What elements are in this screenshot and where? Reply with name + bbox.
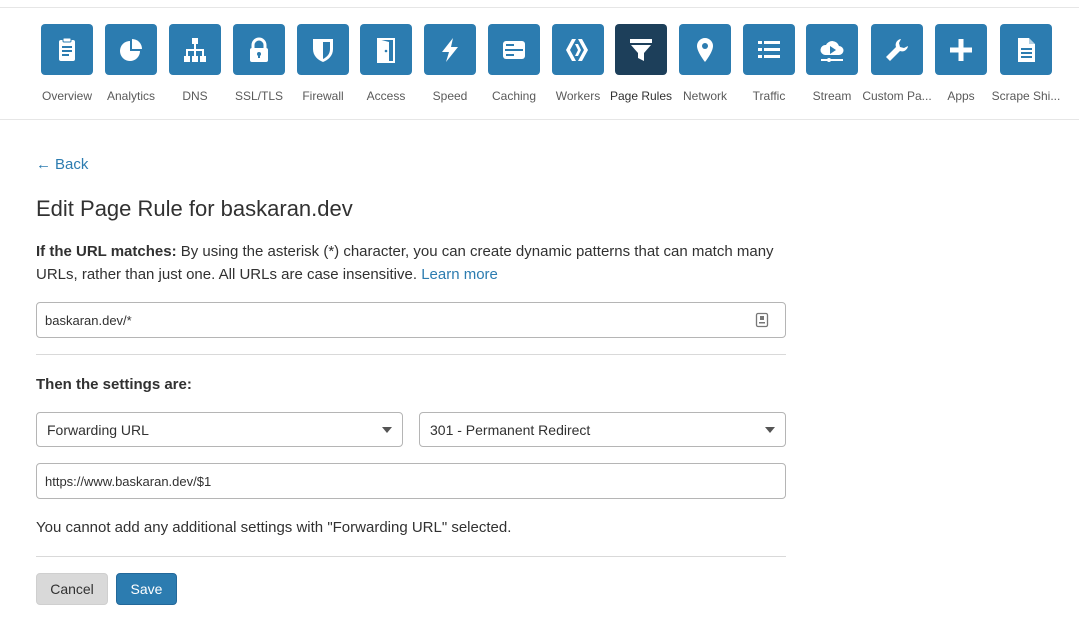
settings-note: You cannot add any additional settings w… (36, 519, 512, 536)
document-icon (1018, 37, 1035, 62)
nav-item-scrape-shield[interactable]: Scrape Shi... (991, 24, 1061, 103)
setting-type-select[interactable]: Forwarding URL (36, 412, 403, 447)
nav-label: Access (366, 89, 406, 103)
arrow-left-icon: ← (36, 156, 51, 173)
nav-item-stream[interactable]: Stream (797, 24, 867, 103)
top-bar (0, 0, 1079, 8)
nav-label: Stream (812, 89, 852, 103)
nav-label: Caching (491, 89, 537, 103)
divider (36, 556, 786, 557)
save-button[interactable]: Save (116, 573, 177, 605)
nav-item-ssl-tls[interactable]: SSL/TLS (224, 24, 294, 103)
nav-label: DNS (182, 89, 208, 103)
url-match-input[interactable]: baskaran.dev/* (36, 302, 786, 338)
door-icon (377, 37, 395, 63)
nav-item-access[interactable]: Access (351, 24, 421, 103)
nav-item-dns[interactable]: DNS (160, 24, 230, 103)
nav-item-page-rules[interactable]: Page Rules (606, 24, 676, 103)
divider (36, 354, 786, 355)
nav-label: Overview (41, 89, 92, 103)
lock-icon (250, 37, 268, 62)
nav-label: Network (682, 89, 727, 103)
nav-label: Traffic (752, 89, 786, 103)
clipboard-autofill-icon[interactable] (755, 312, 769, 328)
shield-icon (313, 38, 333, 62)
caret-down-icon (382, 427, 392, 433)
back-link[interactable]: ← Back (36, 156, 88, 173)
nav-item-apps[interactable]: Apps (926, 24, 996, 103)
nav-label: Scrape Shi... (991, 89, 1061, 103)
plus-icon (950, 38, 972, 61)
nav-item-workers[interactable]: Workers (543, 24, 613, 103)
match-description: If the URL matches: By using the asteris… (36, 243, 774, 283)
wrench-icon (886, 38, 908, 61)
settings-label: Then the settings are: (36, 376, 192, 393)
nav-item-traffic[interactable]: Traffic (734, 24, 804, 103)
network-tree-icon (184, 37, 206, 62)
learn-more-link[interactable]: Learn more (421, 266, 498, 283)
lightning-icon (442, 37, 458, 62)
filter-icon (630, 38, 652, 61)
nav-item-speed[interactable]: Speed (415, 24, 485, 103)
nav-label: Workers (555, 89, 601, 103)
nav-label: Page Rules (609, 89, 673, 103)
cloud-play-icon (820, 40, 844, 62)
list-icon (758, 40, 780, 58)
nav-item-network[interactable]: Network (670, 24, 740, 103)
nav-label: Custom Pa... (862, 89, 932, 103)
nav-item-analytics[interactable]: Analytics (96, 24, 166, 103)
nav-item-overview[interactable]: Overview (32, 24, 102, 103)
nav-label: Speed (432, 89, 468, 103)
nav-label: Analytics (106, 89, 156, 103)
destination-url-input[interactable]: https://www.baskaran.dev/$1 (36, 463, 786, 499)
nav-label: Apps (947, 89, 975, 103)
pie-chart-icon (120, 38, 142, 61)
server-icon (503, 40, 525, 59)
location-pin-icon (697, 37, 713, 62)
nav-item-caching[interactable]: Caching (479, 24, 549, 103)
page-title: Edit Page Rule for baskaran.dev (36, 196, 353, 221)
zone-nav: Overview Analytics DNS SSL/TLS Firewall … (0, 8, 1079, 120)
nav-item-custom-pages[interactable]: Custom Pa... (862, 24, 932, 103)
nav-label: SSL/TLS (234, 89, 284, 103)
caret-down-icon (765, 427, 775, 433)
status-code-select[interactable]: 301 - Permanent Redirect (419, 412, 786, 447)
workers-icon (566, 38, 588, 61)
nav-label: Firewall (302, 89, 344, 103)
match-label: If the URL matches: (36, 243, 177, 260)
clipboard-icon (59, 37, 75, 61)
nav-item-firewall[interactable]: Firewall (288, 24, 358, 103)
cancel-button[interactable]: Cancel (36, 573, 108, 605)
